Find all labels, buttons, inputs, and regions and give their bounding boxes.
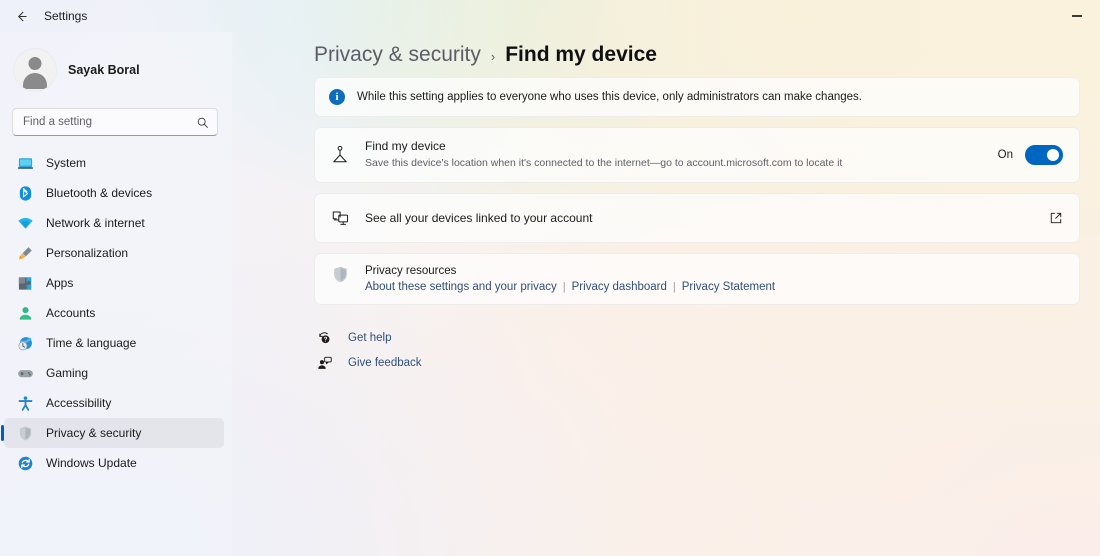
admin-notice-text: While this setting applies to everyone w…: [357, 91, 862, 103]
admin-notice-banner: i While this setting applies to everyone…: [314, 77, 1080, 117]
sidebar-item-label: System: [46, 156, 87, 170]
get-help-link[interactable]: Get help: [316, 325, 1080, 350]
sidebar-item-accessibility[interactable]: Accessibility: [4, 388, 224, 418]
sidebar-item-gaming[interactable]: Gaming: [4, 358, 224, 388]
sidebar-item-label: Gaming: [46, 366, 89, 380]
wifi-icon: [16, 214, 34, 232]
sidebar-item-label: Bluetooth & devices: [46, 186, 153, 200]
find-my-device-card: Find my device Save this device's locati…: [314, 127, 1080, 183]
locator-pin-icon: [329, 144, 351, 166]
sidebar-item-time-language[interactable]: Time & language: [4, 328, 224, 358]
feedback-icon: [316, 354, 334, 372]
toggle-knob: [1047, 149, 1059, 161]
window-controls: [1054, 0, 1100, 32]
sidebar-item-accounts[interactable]: Accounts: [4, 298, 224, 328]
search-box[interactable]: [12, 108, 218, 136]
give-feedback-link[interactable]: Give feedback: [316, 350, 1080, 375]
back-arrow-icon: [17, 11, 27, 21]
window-title: Settings: [44, 9, 88, 23]
footer-links: Get help Give feedback: [314, 325, 1080, 375]
linked-devices-title: See all your devices linked to your acco…: [365, 210, 593, 225]
profile-name: Sayak Boral: [68, 63, 140, 77]
shield-icon: [16, 424, 34, 442]
sidebar-item-network-internet[interactable]: Network & internet: [4, 208, 224, 238]
sidebar-nav: System Bluetooth & devices Network & int…: [0, 148, 232, 478]
sidebar-item-apps[interactable]: Apps: [4, 268, 224, 298]
apps-icon: [16, 274, 34, 292]
link-separator: |: [562, 281, 566, 293]
profile-section[interactable]: Sayak Boral: [0, 32, 232, 98]
privacy-resources-links: About these settings and your privacy | …: [365, 281, 1065, 293]
link-separator: |: [672, 281, 676, 293]
sidebar-item-label: Network & internet: [46, 216, 145, 230]
sidebar-item-privacy-security[interactable]: Privacy & security: [1, 418, 224, 448]
find-my-device-control: On: [998, 145, 1063, 165]
devices-icon: [329, 207, 351, 229]
toggle-state-label: On: [997, 149, 1013, 161]
chevron-right-icon: ›: [490, 49, 496, 64]
avatar-body: [23, 73, 47, 89]
sidebar-item-system[interactable]: System: [4, 148, 224, 178]
info-icon: i: [329, 89, 345, 105]
breadcrumb: Privacy & security › Find my device: [314, 32, 1080, 67]
paintbrush-icon: [16, 244, 34, 262]
minimize-icon: [1072, 15, 1082, 17]
sidebar-item-label: Accessibility: [46, 396, 112, 410]
system-icon: [16, 154, 34, 172]
shield-icon: [329, 263, 351, 285]
give-feedback-label: Give feedback: [348, 356, 422, 369]
sidebar: Sayak Boral Find a setting System Blueto…: [0, 32, 232, 556]
sidebar-item-label: Time & language: [46, 336, 137, 350]
avatar: [14, 49, 56, 91]
search-input[interactable]: [23, 116, 196, 128]
sidebar-item-label: Personalization: [46, 246, 129, 260]
link-privacy-dashboard[interactable]: Privacy dashboard: [572, 281, 667, 293]
link-about-settings-privacy[interactable]: About these settings and your privacy: [365, 281, 557, 293]
page-title: Find my device: [505, 43, 657, 66]
gamepad-icon: [16, 364, 34, 382]
sidebar-item-label: Apps: [46, 276, 74, 290]
find-my-device-description: Save this device's location when it's co…: [365, 157, 843, 169]
avatar-head: [28, 57, 42, 70]
content-area: Privacy & security › Find my device i Wh…: [232, 32, 1100, 556]
help-icon: [316, 329, 334, 347]
clock-globe-icon: [16, 334, 34, 352]
get-help-label: Get help: [348, 331, 392, 344]
privacy-resources-card: Privacy resources About these settings a…: [314, 253, 1080, 305]
find-my-device-toggle[interactable]: [1025, 145, 1063, 165]
linked-devices-card[interactable]: See all your devices linked to your acco…: [314, 193, 1080, 243]
search-icon: [196, 116, 209, 129]
sidebar-item-label: Privacy & security: [46, 426, 142, 440]
bluetooth-icon: [16, 184, 34, 202]
sidebar-item-label: Accounts: [46, 306, 96, 320]
link-privacy-statement[interactable]: Privacy Statement: [682, 281, 775, 293]
privacy-resources-title: Privacy resources: [365, 265, 457, 277]
minimize-button[interactable]: [1054, 0, 1100, 32]
find-my-device-title: Find my device: [365, 139, 446, 153]
sidebar-item-bluetooth-devices[interactable]: Bluetooth & devices: [4, 178, 224, 208]
back-button[interactable]: [6, 2, 36, 30]
title-bar: Settings: [0, 0, 1100, 32]
sidebar-item-label: Windows Update: [46, 456, 137, 470]
sidebar-item-windows-update[interactable]: Windows Update: [4, 448, 224, 478]
update-icon: [16, 454, 34, 472]
search-section: [0, 98, 232, 136]
sidebar-item-personalization[interactable]: Personalization: [4, 238, 224, 268]
external-link-icon[interactable]: [1049, 211, 1063, 225]
accounts-icon: [16, 304, 34, 322]
breadcrumb-parent[interactable]: Privacy & security: [314, 43, 481, 67]
accessibility-icon: [16, 394, 34, 412]
